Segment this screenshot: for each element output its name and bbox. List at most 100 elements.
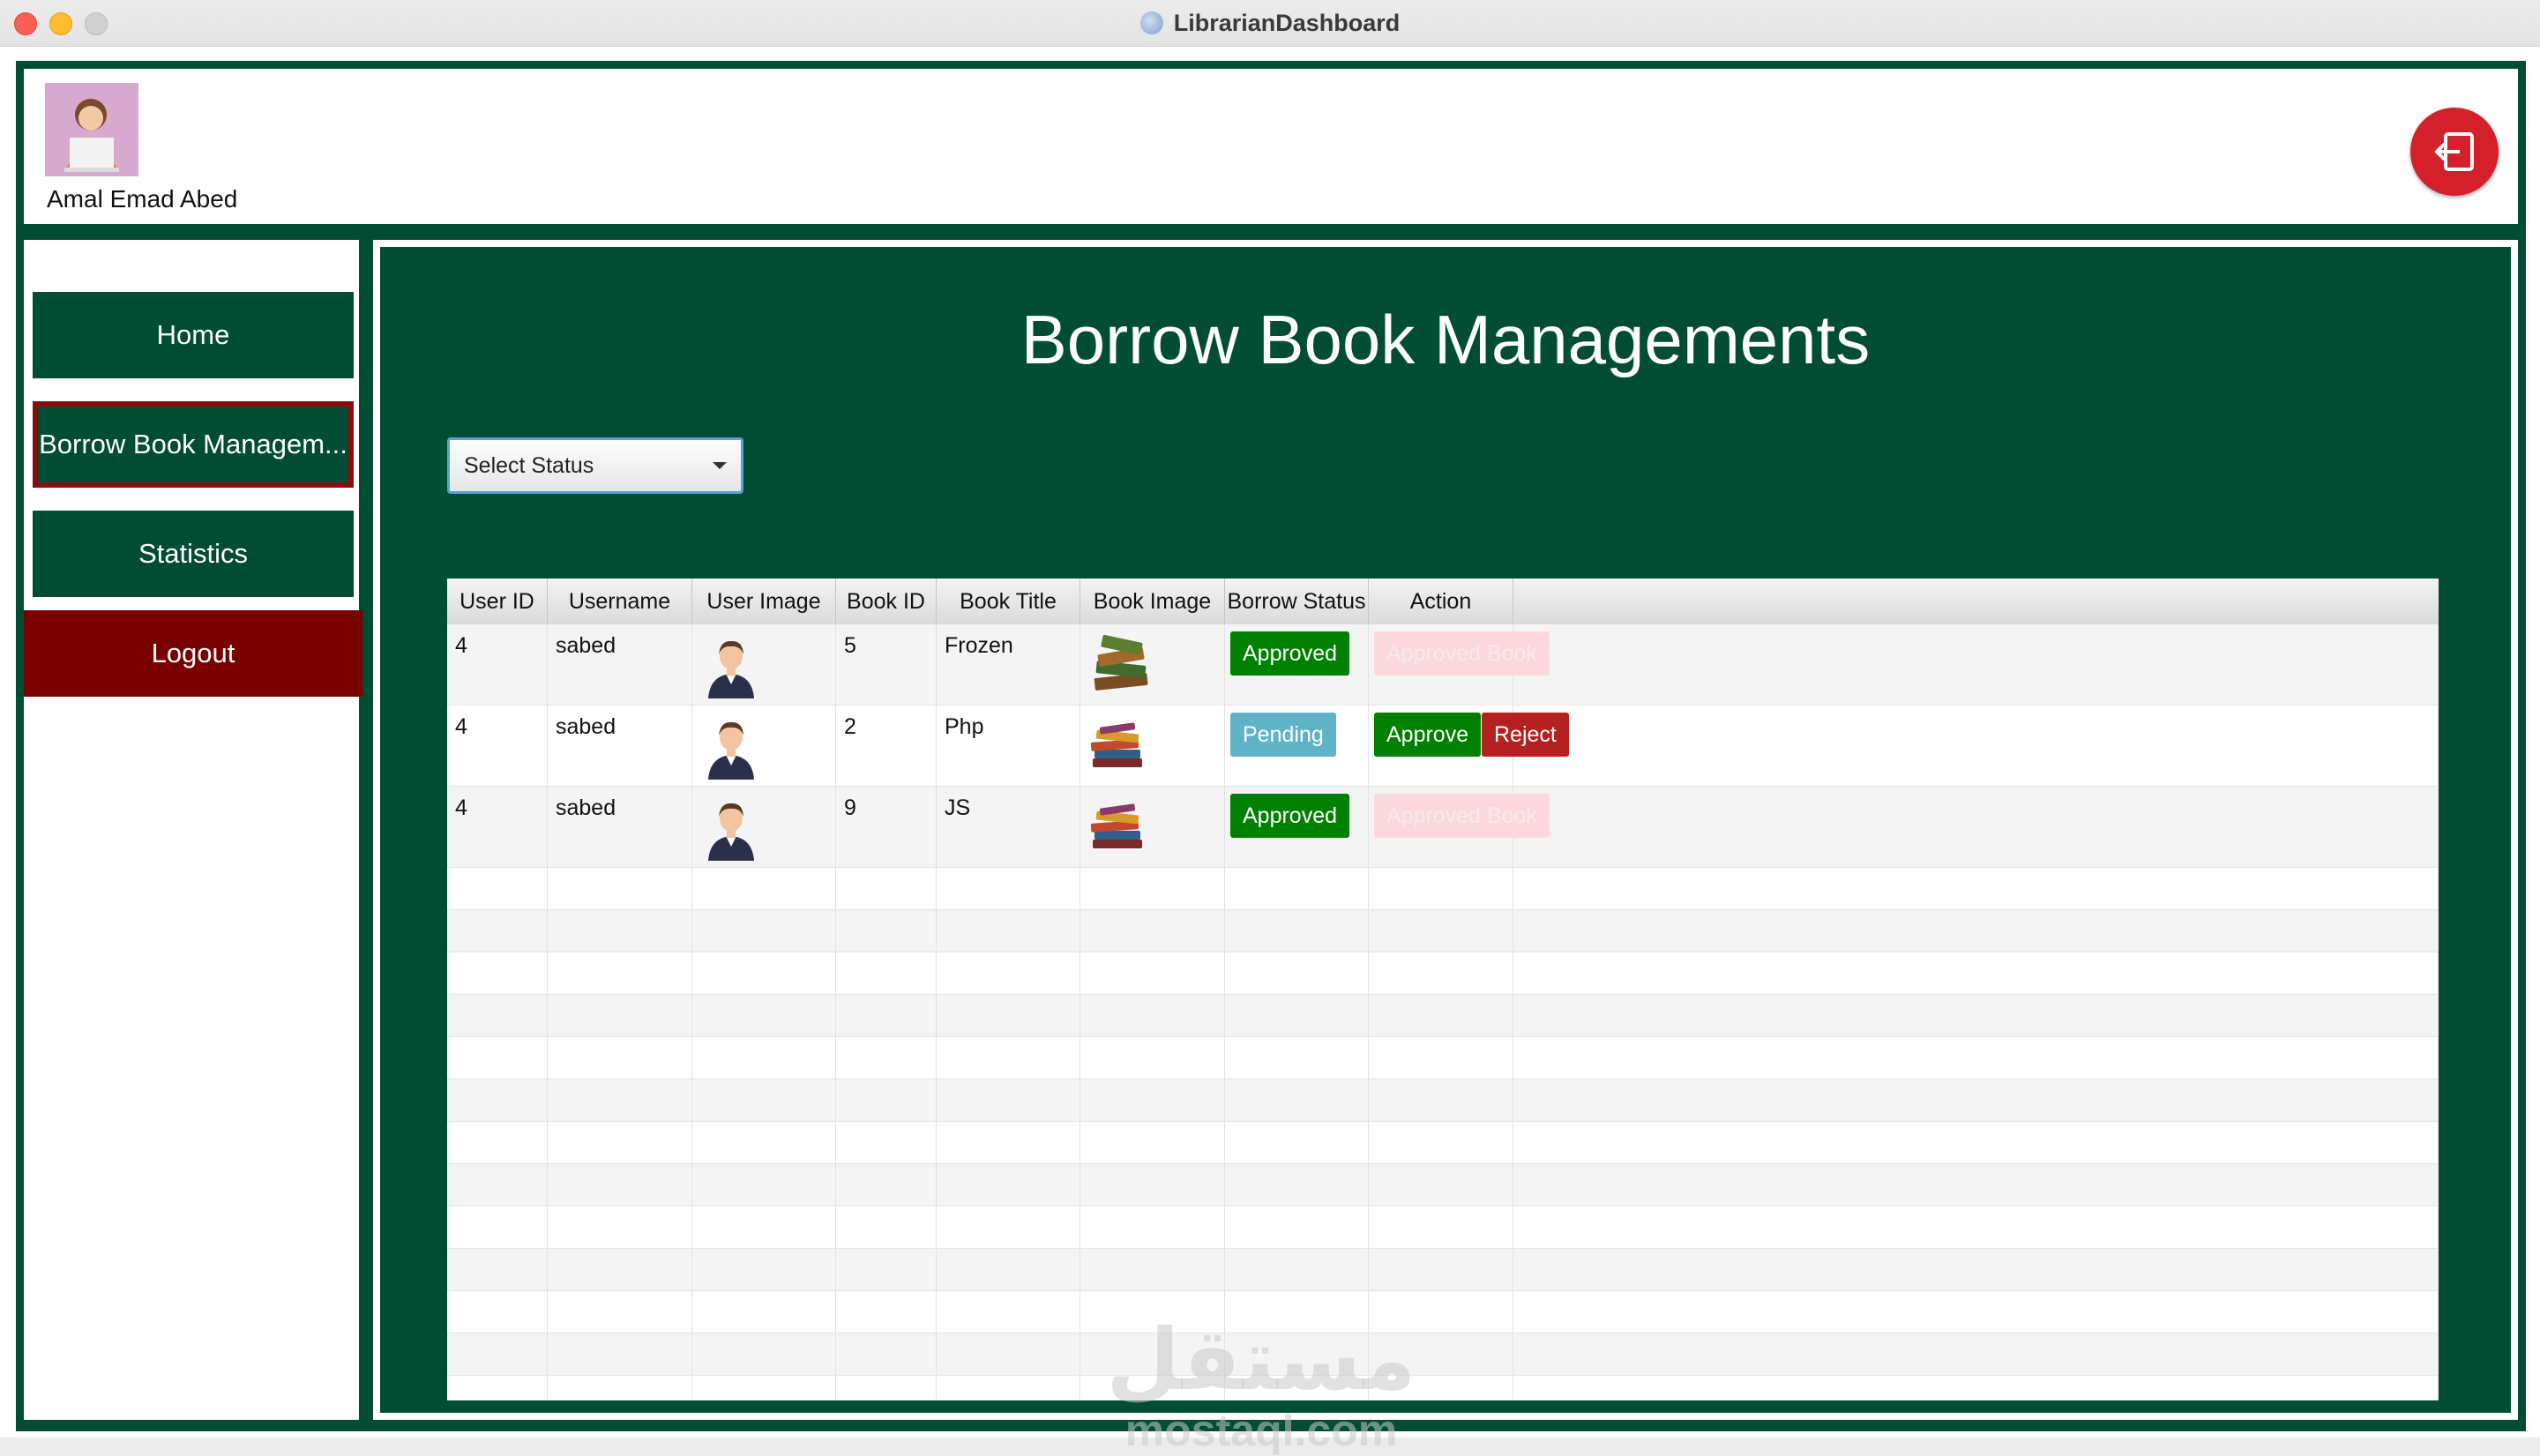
- cell-empty: [937, 1376, 1080, 1400]
- user-id-value: 4: [455, 633, 467, 658]
- cell-empty: [548, 1079, 692, 1121]
- cell-action: Approve Reject: [1369, 706, 1569, 786]
- book-title-value: Frozen: [945, 633, 1013, 658]
- cell-empty: [548, 1249, 692, 1290]
- cell-empty: [548, 1164, 692, 1206]
- cell-empty: [1080, 910, 1225, 952]
- cell-empty: [692, 1249, 836, 1290]
- table-row[interactable]: 4 sabed 9 JS Approved Approved Book: [447, 787, 2439, 868]
- cell-empty: [692, 1376, 836, 1400]
- cell-empty: [447, 1122, 548, 1163]
- status-badge: Approved: [1230, 631, 1350, 676]
- cell-empty: [692, 910, 836, 952]
- table-header: User ID Username User Image Book ID Book…: [447, 579, 2439, 625]
- cell-empty: [836, 1206, 937, 1248]
- cell-empty: [447, 995, 548, 1036]
- cell-filler: [1513, 706, 2439, 786]
- cell-book-title: Frozen: [937, 624, 1080, 705]
- cell-empty: [1225, 1249, 1369, 1290]
- cell-empty: [937, 995, 1080, 1036]
- cell-empty: [937, 1164, 1080, 1206]
- window-titlebar: LibrarianDashboard: [0, 0, 2540, 47]
- cell-empty: [937, 1079, 1080, 1121]
- cell-empty: [1513, 1333, 2439, 1375]
- cell-empty: [692, 1206, 836, 1248]
- cell-empty: [1080, 868, 1225, 909]
- cell-empty: [1369, 1164, 1513, 1206]
- cell-empty: [937, 952, 1080, 994]
- cell-user-id: 4: [447, 787, 548, 867]
- book-title-value: JS: [945, 795, 971, 820]
- cell-empty: [447, 1079, 548, 1121]
- borrow-table: User ID Username User Image Book ID Book…: [447, 579, 2439, 1400]
- cell-empty: [1369, 910, 1513, 952]
- cell-username: sabed: [548, 787, 692, 867]
- table-row[interactable]: 4 sabed 5 Frozen Approved Approved Book: [447, 624, 2439, 706]
- cell-user-image: [692, 624, 836, 705]
- sidebar: Home Borrow Book Managem... Statistics L…: [24, 240, 362, 1420]
- cell-empty: [1513, 1037, 2439, 1079]
- table-row[interactable]: 4 sabed 2 Php Pending Approve Reject: [447, 706, 2439, 787]
- user-name: Amal Emad Abed: [47, 185, 238, 213]
- cell-user-image: [692, 706, 836, 786]
- cell-empty: [836, 1376, 937, 1400]
- sidebar-item-borrow-book-management[interactable]: Borrow Book Managem...: [33, 401, 354, 488]
- column-header-user-image[interactable]: User Image: [692, 579, 836, 624]
- sidebar-item-home[interactable]: Home: [33, 292, 354, 378]
- column-header-book-image[interactable]: Book Image: [1080, 579, 1225, 624]
- cell-empty: [447, 910, 548, 952]
- cell-book-id: 2: [836, 706, 937, 786]
- sidebar-item-logout[interactable]: Logout: [24, 610, 362, 697]
- cell-empty: [1080, 1333, 1225, 1375]
- main-panel: Borrow Book Managements Select Status Us…: [373, 240, 2518, 1420]
- page-title: Borrow Book Managements: [1020, 301, 1871, 378]
- status-filter-select[interactable]: Select Status: [447, 437, 743, 494]
- cell-empty: [937, 868, 1080, 909]
- book-id-value: 2: [844, 714, 856, 739]
- column-header-user-id[interactable]: User ID: [447, 579, 548, 624]
- book-title-value: Php: [945, 714, 984, 739]
- cell-empty: [836, 1249, 937, 1290]
- column-header-borrow-status[interactable]: Borrow Status: [1225, 579, 1369, 624]
- sidebar-item-statistics[interactable]: Statistics: [33, 511, 354, 597]
- cell-empty: [447, 1291, 548, 1333]
- cell-book-title: JS: [937, 787, 1080, 867]
- column-header-action[interactable]: Action: [1369, 579, 1513, 624]
- cell-empty: [692, 1291, 836, 1333]
- cell-book-image: [1080, 624, 1225, 705]
- cell-empty: [447, 1037, 548, 1079]
- user-id-value: 4: [455, 714, 467, 739]
- cell-empty: [447, 1333, 548, 1375]
- cell-book-image: [1080, 706, 1225, 786]
- cell-empty: [937, 1037, 1080, 1079]
- app-window: Amal Emad Abed Home Borrow Book Managem.…: [0, 47, 2540, 1455]
- cell-book-image: [1080, 787, 1225, 867]
- cell-user-id: 4: [447, 624, 548, 705]
- table-row-empty: [447, 1164, 2439, 1206]
- cell-empty: [1513, 1376, 2439, 1400]
- cell-book-title: Php: [937, 706, 1080, 786]
- cell-empty: [447, 1164, 548, 1206]
- cell-user-image: [692, 787, 836, 867]
- cell-empty: [1225, 1206, 1369, 1248]
- column-header-username[interactable]: Username: [548, 579, 692, 624]
- chevron-down-icon: [713, 462, 727, 469]
- user-avatar-image: [703, 714, 759, 786]
- logout-icon-button[interactable]: [2410, 108, 2499, 196]
- book-id-value: 9: [844, 795, 856, 820]
- cell-empty: [548, 868, 692, 909]
- column-header-book-title[interactable]: Book Title: [937, 579, 1080, 624]
- column-header-book-id[interactable]: Book ID: [836, 579, 937, 624]
- cell-user-id: 4: [447, 706, 548, 786]
- header-panel: Amal Emad Abed: [24, 69, 2518, 224]
- cell-empty: [937, 1122, 1080, 1163]
- cell-empty: [1369, 1079, 1513, 1121]
- user-avatar-image: [703, 633, 759, 705]
- cell-empty: [1369, 1037, 1513, 1079]
- cell-empty: [1225, 910, 1369, 952]
- approve-button[interactable]: Approve: [1374, 713, 1482, 757]
- cell-empty: [1513, 995, 2439, 1036]
- cell-empty: [836, 1079, 937, 1121]
- cell-empty: [1080, 1249, 1225, 1290]
- cell-book-id: 5: [836, 624, 937, 705]
